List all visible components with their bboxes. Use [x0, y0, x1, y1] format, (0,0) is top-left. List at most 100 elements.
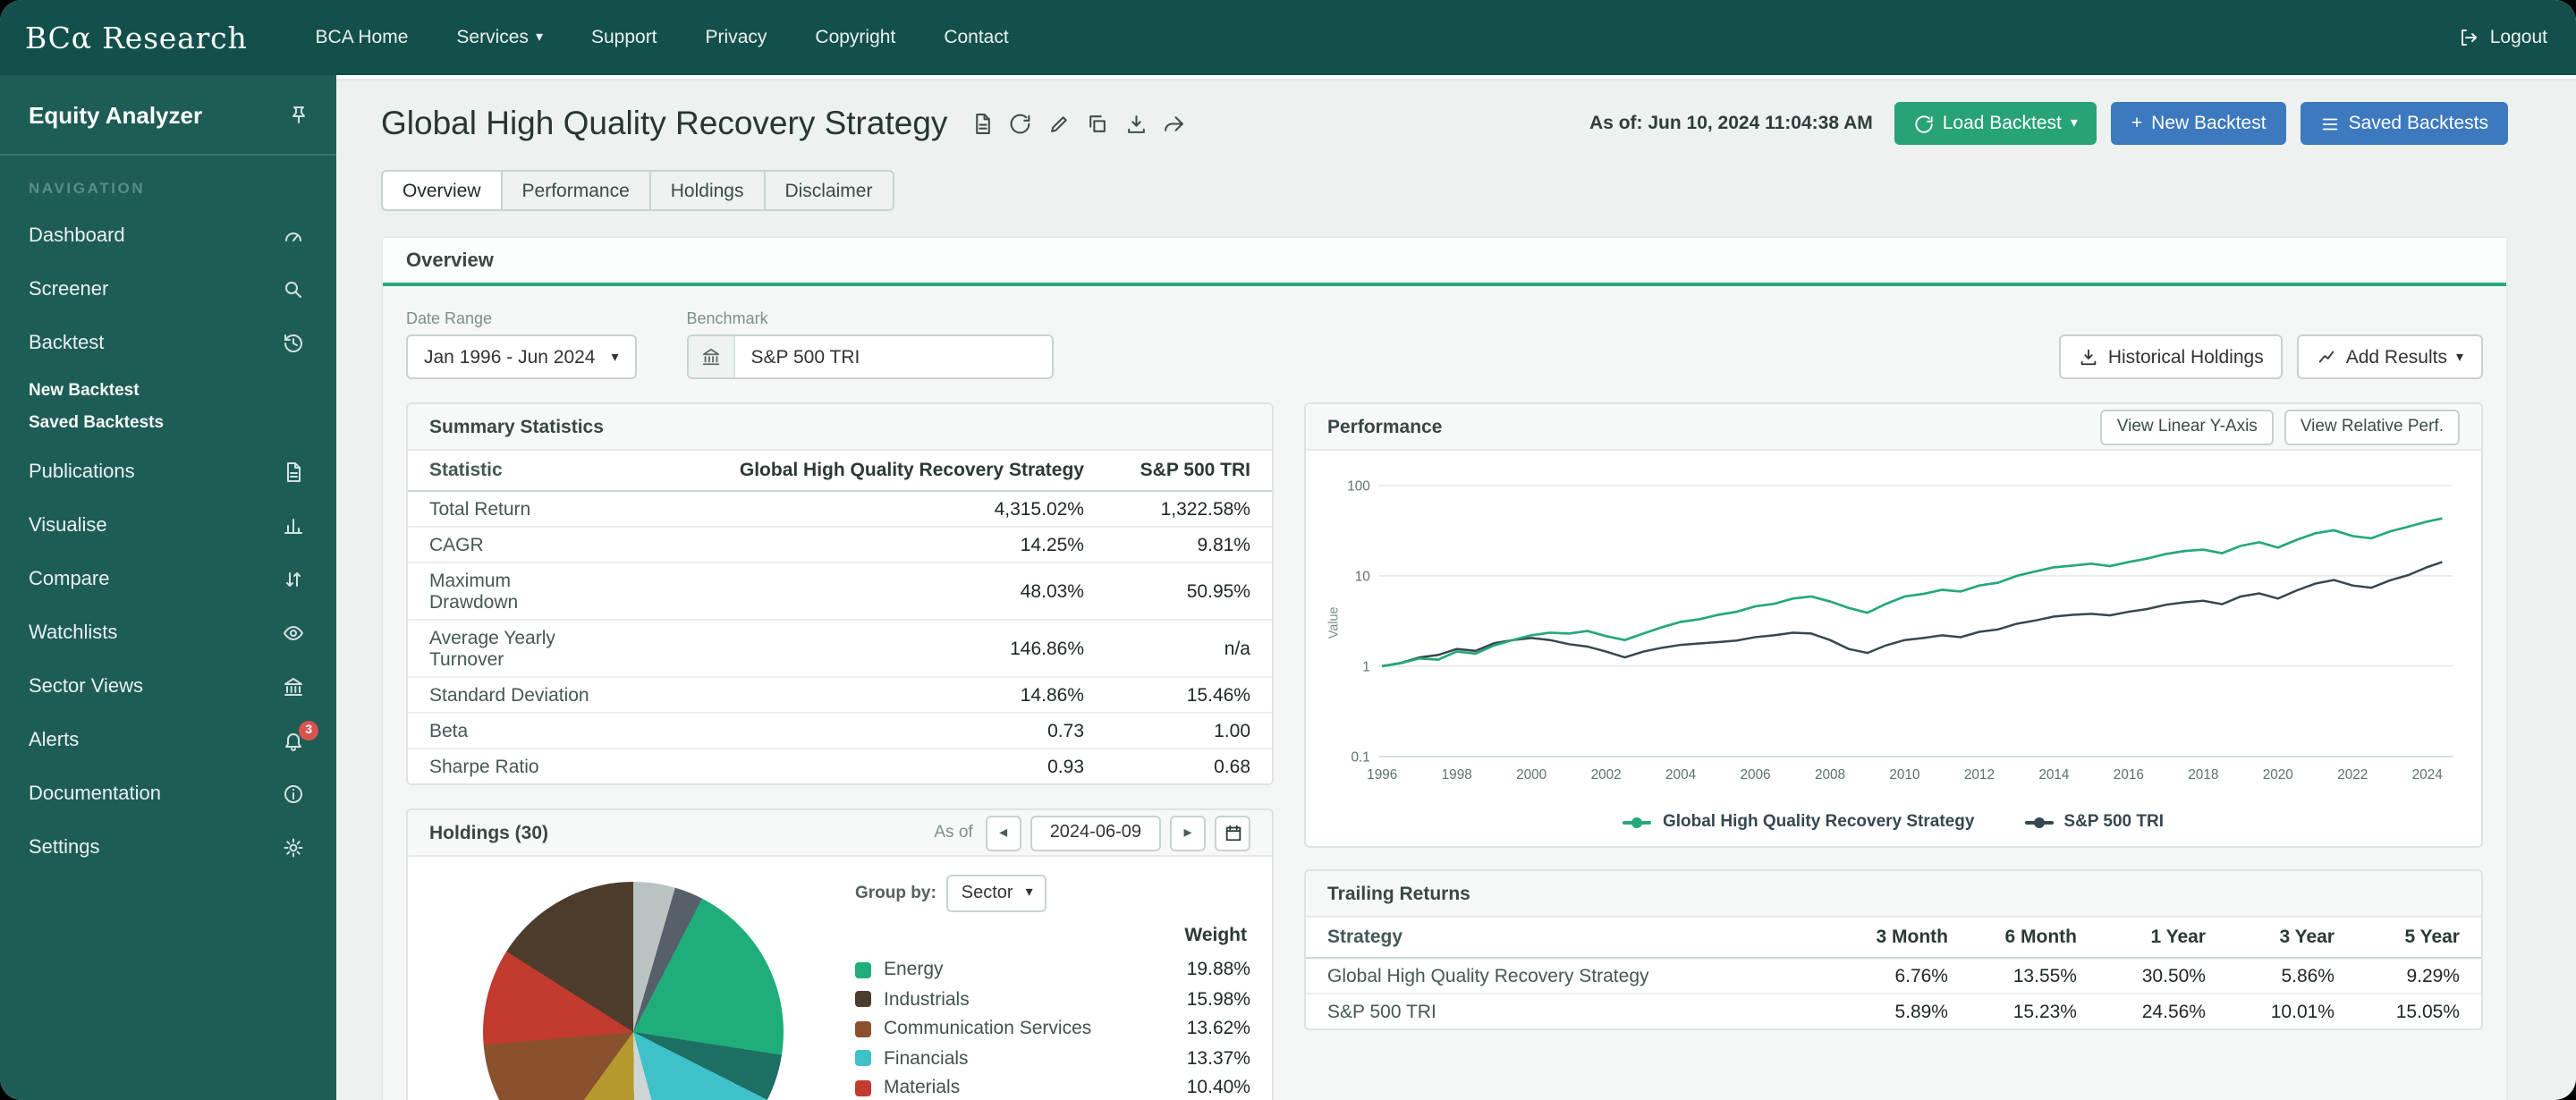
- brand-logo: BCα Research: [25, 21, 248, 55]
- tab-holdings[interactable]: Holdings: [649, 170, 766, 211]
- sidebar-item-documentation[interactable]: Documentation: [0, 767, 336, 821]
- weight-column-header: Weight: [855, 914, 1250, 955]
- add-results-button[interactable]: Add Results ▾: [2298, 334, 2483, 379]
- svg-text:2010: 2010: [1889, 767, 1919, 783]
- sidebar-item-settings[interactable]: Settings: [0, 821, 336, 875]
- report-icon[interactable]: [970, 113, 993, 135]
- svg-text:1: 1: [1362, 660, 1370, 675]
- trailing-returns-title: Trailing Returns: [1306, 871, 2481, 918]
- eye-icon: [283, 622, 304, 644]
- holding-row: Financials13.37%: [855, 1044, 1250, 1073]
- holdings-date[interactable]: 2024-06-09: [1030, 815, 1161, 850]
- edit-icon[interactable]: [1047, 113, 1070, 135]
- table-row: Total Return4,315.02%1,322.58%: [408, 491, 1272, 527]
- topnav-contact[interactable]: Contact: [944, 27, 1008, 48]
- sidebar-item-watchlists[interactable]: Watchlists: [0, 606, 336, 660]
- sidebar-item-sector-views[interactable]: Sector Views: [0, 660, 336, 714]
- sidebar-item-publications[interactable]: Publications: [0, 445, 336, 499]
- refresh-icon: [1914, 114, 1934, 133]
- performance-title: Performance: [1327, 416, 1442, 437]
- sidebar-item-alerts[interactable]: Alerts 3: [0, 714, 336, 767]
- date-range-label: Date Range: [406, 309, 637, 327]
- historical-holdings-button[interactable]: Historical Holdings: [2060, 334, 2284, 379]
- sidebar-item-visualise[interactable]: Visualise: [0, 499, 336, 553]
- gear-icon: [283, 837, 304, 859]
- relative-perf-button[interactable]: View Relative Perf.: [2284, 409, 2460, 444]
- pin-icon[interactable]: [288, 104, 309, 125]
- info-icon: [283, 783, 304, 805]
- group-by-label: Group by:: [855, 883, 936, 902]
- sidebar-item-dashboard[interactable]: Dashboard: [0, 209, 336, 263]
- legend-swatch: [855, 1051, 871, 1067]
- sidebar-item-backtest[interactable]: Backtest: [0, 317, 336, 370]
- table-row: Average Yearly Turnover146.86%n/a: [408, 620, 1272, 677]
- group-by-select[interactable]: Sector ▾: [947, 874, 1047, 911]
- svg-text:2018: 2018: [2188, 767, 2218, 783]
- svg-text:2020: 2020: [2263, 767, 2293, 783]
- overview-section-title: Overview: [383, 238, 2506, 286]
- topnav-bca-home[interactable]: BCA Home: [316, 27, 409, 48]
- svg-text:2012: 2012: [1964, 767, 1995, 783]
- load-backtest-button[interactable]: Load Backtest ▾: [1894, 102, 2097, 145]
- summary-statistics-title: Summary Statistics: [408, 404, 1272, 451]
- linear-yaxis-button[interactable]: View Linear Y-Axis: [2101, 409, 2274, 444]
- holdings-card: Holdings (30) As of ◂ 2024-06-09 ▸: [406, 808, 1274, 1100]
- sidebar-subitem-new-backtest[interactable]: New Backtest: [0, 374, 336, 406]
- legend-swatch: [855, 1080, 871, 1096]
- strategy-line: [1382, 519, 2442, 666]
- benchmark-input[interactable]: S&P 500 TRI: [687, 334, 1054, 379]
- search-icon: [283, 279, 304, 300]
- duplicate-icon[interactable]: [1086, 113, 1108, 135]
- logout-button[interactable]: Logout: [2458, 27, 2547, 48]
- trailing-returns-table: Strategy 3 Month 6 Month 1 Year 3 Year 5…: [1306, 918, 2481, 1028]
- summary-statistics-card: Summary Statistics Statistic Global High…: [406, 402, 1274, 785]
- new-backtest-button[interactable]: + New Backtest: [2112, 102, 2286, 145]
- caret-down-icon: ▾: [2071, 116, 2078, 131]
- share-icon[interactable]: [1163, 113, 1185, 135]
- table-row: Maximum Drawdown48.03%50.95%: [408, 563, 1272, 620]
- topnav-privacy[interactable]: Privacy: [706, 27, 767, 48]
- date-range-select[interactable]: Jan 1996 - Jun 2024 ▾: [406, 334, 637, 379]
- holding-row: Industrials15.98%: [855, 985, 1250, 1014]
- topnav-services[interactable]: Services▾: [456, 27, 543, 48]
- legend-swatch: [855, 1021, 871, 1037]
- caret-down-icon: ▾: [612, 350, 619, 364]
- saved-backtests-button[interactable]: Saved Backtests: [2301, 102, 2508, 145]
- trailing-returns-card: Trailing Returns Strategy 3 Month 6 Mont…: [1304, 869, 2483, 1030]
- calendar-button[interactable]: [1215, 815, 1250, 850]
- svg-text:0.1: 0.1: [1351, 750, 1369, 766]
- tab-performance[interactable]: Performance: [501, 170, 651, 211]
- topnav-copyright[interactable]: Copyright: [815, 27, 895, 48]
- tab-bar: Overview Performance Holdings Disclaimer: [381, 170, 2508, 211]
- app-window: BCα Research BCA Home Services▾ Support …: [0, 0, 2576, 1100]
- svg-text:2022: 2022: [2337, 767, 2368, 783]
- bank-icon: [283, 676, 304, 698]
- history-icon: [283, 333, 304, 354]
- topnav-support[interactable]: Support: [591, 27, 657, 48]
- main-area: Model Concord Version 3.2.3 Data as of 2…: [336, 0, 2576, 1100]
- topbar: BCα Research BCA Home Services▾ Support …: [0, 0, 2576, 75]
- sidebar-item-compare[interactable]: Compare: [0, 553, 336, 606]
- prev-date-button[interactable]: ◂: [986, 815, 1021, 850]
- table-row: Global High Quality Recovery Strategy6.7…: [1306, 958, 2481, 994]
- calendar-icon: [1223, 823, 1242, 842]
- holdings-title: Holdings (30): [429, 822, 548, 843]
- top-navigation: BCA Home Services▾ Support Privacy Copyr…: [316, 27, 1009, 48]
- list-icon: [2320, 114, 2340, 133]
- svg-text:1996: 1996: [1367, 767, 1397, 783]
- alerts-badge: 3: [299, 721, 318, 740]
- sidebar-subitem-saved-backtests[interactable]: Saved Backtests: [0, 406, 336, 438]
- svg-text:10: 10: [1355, 570, 1370, 585]
- svg-text:2008: 2008: [1815, 767, 1845, 783]
- sidebar-item-screener[interactable]: Screener: [0, 263, 336, 317]
- svg-text:2006: 2006: [1740, 767, 1770, 783]
- tab-disclaimer[interactable]: Disclaimer: [763, 170, 894, 211]
- table-row: Sharpe Ratio0.930.68: [408, 749, 1272, 783]
- download-icon[interactable]: [1124, 113, 1147, 135]
- next-date-button[interactable]: ▸: [1170, 815, 1206, 850]
- benchmark-line: [1382, 562, 2442, 665]
- refresh-icon[interactable]: [1009, 113, 1031, 135]
- tab-overview[interactable]: Overview: [381, 170, 503, 211]
- logout-icon: [2458, 27, 2479, 48]
- bar-chart-icon: [283, 515, 304, 537]
